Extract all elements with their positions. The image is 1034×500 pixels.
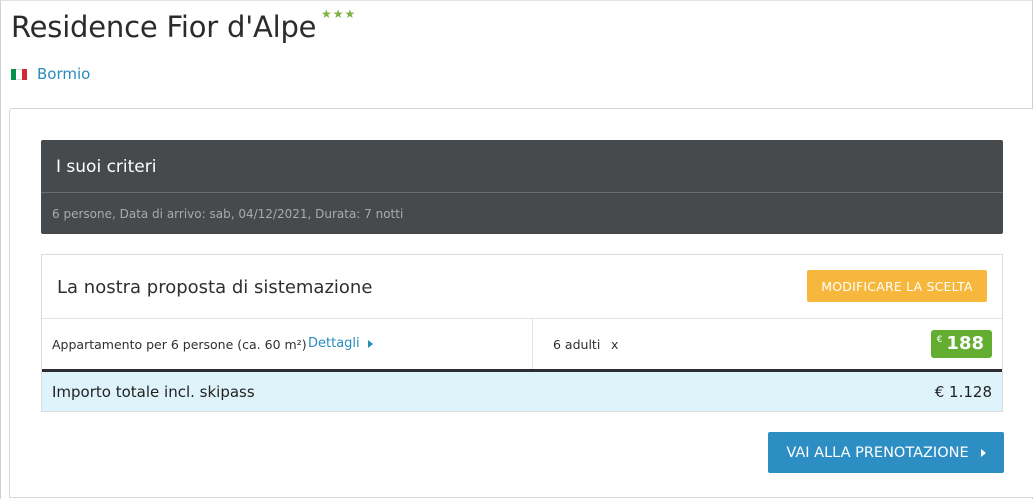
divider [41,192,1003,193]
location-link[interactable]: Bormio [37,65,90,83]
proposal-panel: La nostra proposta di sistemazione MODIF… [41,254,1003,412]
price-currency: € [936,335,943,345]
caret-right-icon [367,339,373,348]
total-label: Importo totale incl. skipass [52,383,255,401]
room-cell: Appartamento per 6 persone (ca. 60 m²) D… [42,319,533,369]
location: Bormio [11,64,90,84]
room-name: Appartamento per 6 persone (ca. 60 m²) [52,337,307,352]
remove-icon[interactable]: x [611,337,618,352]
modify-choice-button[interactable]: MODIFICARE LA SCELTA [807,270,987,302]
details-link[interactable]: Dettagli [308,336,373,351]
details-link-label: Dettagli [308,336,360,351]
price-value: 188 [946,333,984,354]
caret-right-icon [980,448,986,457]
criteria-title: I suoi criteri [56,157,157,177]
star-rating: ★★★ [321,7,357,21]
total-value: € 1.128 [934,383,992,401]
criteria-details: 6 persone, Data di arrivo: sab, 04/12/20… [52,207,404,221]
criteria-panel: I suoi criteri 6 persone, Data di arrivo… [41,140,1003,234]
italy-flag-icon [11,68,27,80]
occupancy: 6 adulti [553,337,601,352]
price-badge: € 188 [930,330,992,358]
book-button[interactable]: VAI ALLA PRENOTAZIONE [768,432,1004,473]
room-row: Appartamento per 6 persone (ca. 60 m²) D… [42,319,1002,369]
book-button-label: VAI ALLA PRENOTAZIONE [786,444,969,461]
proposal-title: La nostra proposta di sistemazione [57,277,373,298]
hotel-title: Residence Fior d'Alpe [11,10,317,44]
total-row: Importo totale incl. skipass € 1.128 [42,369,1002,411]
